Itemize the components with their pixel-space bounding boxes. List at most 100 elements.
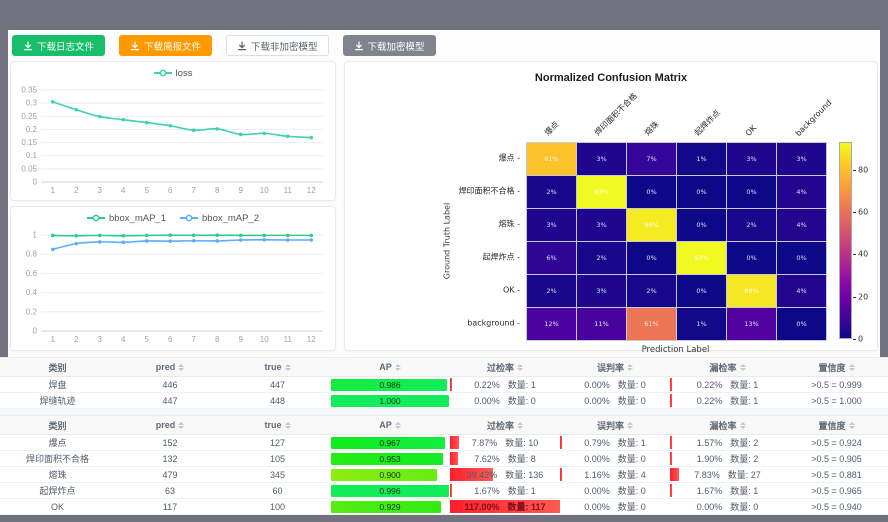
column-header-over-rate[interactable]: 过检率 [450,357,560,377]
column-header-true[interactable]: true [225,357,330,377]
matrix-cell: 2% [527,176,576,208]
matrix-cell: 0% [677,176,726,208]
svg-text:1: 1 [33,231,38,240]
column-header-label: 过检率 [487,419,514,432]
colorbar-tick-mark [853,170,856,171]
svg-text:5: 5 [145,335,150,344]
legend-label: bbox_mAP_1 [109,213,166,224]
rate-count: 数量: 0 [730,500,758,513]
rate-percent: 0.79% [584,438,610,448]
legend-item-bbox_mAP_1[interactable]: bbox_mAP_1 [87,213,166,224]
cell-false-rate: 0.79%数量: 1 [560,435,670,450]
column-header-confidence[interactable]: 置信度 [785,415,888,435]
cell-pred: 63 [115,483,225,498]
cell-pred: 117 [115,499,225,514]
svg-text:1: 1 [51,186,56,195]
svg-text:12: 12 [307,335,316,344]
download-report-button[interactable]: 下载简报文件 [119,35,212,56]
cell-over-rate: 117.00%数量: 117 [450,499,560,514]
cell-confidence: >0.5 = 1.000 [785,393,888,408]
table-row: 焊缝轨迹4474481.0000.00%数量: 00.00%数量: 00.22%… [0,393,888,409]
colorbar [839,142,852,339]
table-row: OK1171000.929117.00%数量: 1170.00%数量: 00.0… [0,499,888,515]
column-header-confidence[interactable]: 置信度 [785,357,888,377]
svg-text:10: 10 [260,335,269,344]
matrix-column-label: 熔珠 [642,119,661,138]
svg-text:0.2: 0.2 [26,307,38,316]
confusion-matrix: 81%3%7%1%3%3%2%93%0%0%0%4%3%3%90%0%2%4%6… [351,86,871,348]
column-header-ap[interactable]: AP [330,415,450,435]
matrix-row-label: 爆点 - [351,153,520,164]
matrix-column-label: 起焊炸点 [692,108,722,138]
cell-ap: 0.996 [330,483,450,498]
rate-count: 数量: 117 [508,500,546,513]
download-encrypted-model-button[interactable]: 下载加密模型 [343,35,436,56]
table-header-row: 类别 pred true AP过检率 误判率 漏检率置信度 [0,357,888,377]
sort-caret-icon [178,422,184,429]
matrix-cell: 4% [777,209,826,241]
matrix-cell: 3% [577,143,626,175]
rate-percent: 0.00% [584,486,610,496]
cell-false-rate: 0.00%数量: 0 [560,377,670,392]
cell-category: 焊缝轨迹 [0,393,115,408]
column-header-category[interactable]: 类别 [0,357,115,377]
ap-value: 0.996 [331,485,449,497]
column-header-label: 误判率 [597,361,624,374]
svg-text:0.05: 0.05 [21,164,37,173]
column-header-label: 类别 [48,361,66,374]
column-header-miss-rate[interactable]: 漏检率 [670,415,785,435]
column-header-category[interactable]: 类别 [0,415,115,435]
miss-rate-text: 0.22%数量: 1 [697,378,759,391]
cell-category: 起焊炸点 [0,483,115,498]
false-rate-text: 0.00%数量: 0 [584,452,646,465]
ap-value: 0.986 [331,379,449,391]
download-log-button[interactable]: 下载日志文件 [12,35,105,56]
matrix-column-label: background [794,98,834,138]
matrix-cell: 89% [727,275,776,307]
column-header-label: 类别 [48,419,66,432]
rate-percent: 7.62% [474,454,500,464]
rate-percent: 0.00% [584,380,610,390]
cell-over-rate: 7.62% 数量: 8 [450,451,560,466]
table-row: 爆点1521270.9677.87%数量: 100.79%数量: 11.57%数… [0,435,888,451]
svg-text:0.3: 0.3 [26,99,38,108]
column-header-ap[interactable]: AP [330,357,450,377]
rate-count: 数量: 1 [730,378,758,391]
download-icon [130,41,140,51]
matrix-cell: 11% [577,308,626,340]
cell-ap: 0.953 [330,451,450,466]
cell-false-rate: 1.16%数量: 4 [560,467,670,482]
rate-percent: 0.00% [697,502,723,512]
loss-chart: 00.050.10.150.20.250.30.3512345678910111… [11,84,333,198]
legend-line-icon [180,213,198,223]
over-rate-bar [450,452,458,465]
svg-text:1: 1 [51,335,56,344]
legend-line-icon [87,213,105,223]
ap-value: 0.967 [331,437,449,449]
download-unencrypted-model-button[interactable]: 下载非加密模型 [226,35,329,56]
column-header-label: true [264,362,281,372]
rate-count: 数量: 8 [508,452,536,465]
column-header-pred[interactable]: pred [115,357,225,377]
cell-true: 127 [225,435,330,450]
cell-miss-rate: 0.22%数量: 1 [670,377,785,392]
svg-text:10: 10 [260,186,269,195]
column-header-over-rate[interactable]: 过检率 [450,415,560,435]
matrix-cell: 2% [577,242,626,274]
column-header-false-rate[interactable]: 误判率 [560,415,670,435]
svg-text:0: 0 [33,327,38,336]
rate-count: 数量: 2 [730,452,758,465]
matrix-column-label: OK [744,123,759,138]
legend-item-loss[interactable]: loss [154,68,193,79]
matrix-cell: 1% [677,143,726,175]
matrix-cell: 0% [777,242,826,274]
rate-count: 数量: 136 [505,468,543,481]
matrix-cell: 13% [727,308,776,340]
legend-item-bbox_mAP_2[interactable]: bbox_mAP_2 [180,213,259,224]
column-header-pred[interactable]: pred [115,415,225,435]
ap-bar-track: 0.996 [331,485,449,497]
column-header-true[interactable]: true [225,415,330,435]
column-header-false-rate[interactable]: 误判率 [560,357,670,377]
column-header-miss-rate[interactable]: 漏检率 [670,357,785,377]
matrix-row-label: OK - [351,286,520,295]
